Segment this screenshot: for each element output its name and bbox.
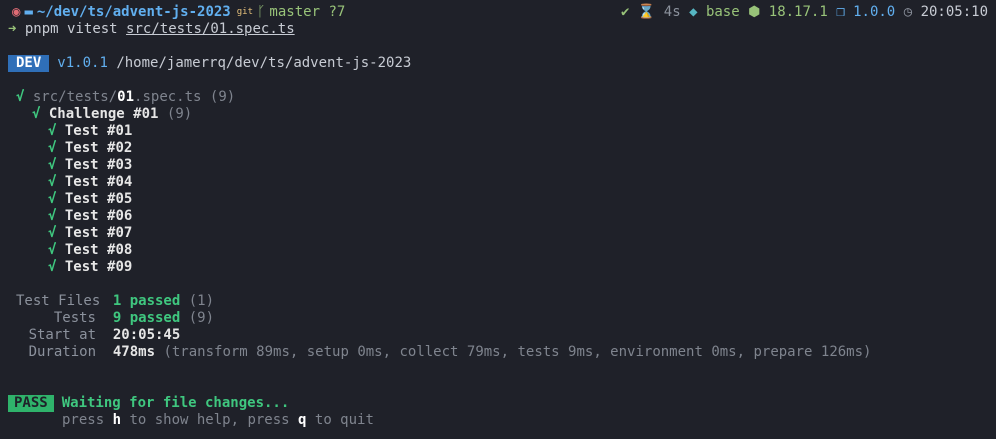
command-tool: pnpm [24, 21, 59, 37]
test-name: Test #03 [64, 157, 133, 173]
files-total: (1) [188, 293, 215, 309]
test-name: Test #02 [64, 140, 133, 156]
check-icon: √ [48, 140, 57, 156]
summary-label: Tests [53, 310, 96, 326]
test-row: √ Test #01 [8, 123, 988, 140]
summary-tests: Tests 9 passed (9) [8, 310, 988, 327]
test-row: √ Test #07 [8, 225, 988, 242]
check-icon: √ [48, 157, 57, 173]
watch-help: press h to show help, press q to quit [8, 412, 988, 429]
summary-start: Start at 20:05:45 [8, 327, 988, 344]
python-icon: ◆ [689, 4, 698, 20]
quit-key[interactable]: q [298, 412, 306, 429]
watch-message: Waiting for file changes... [61, 395, 290, 411]
git-untracked-count: ?7 [328, 4, 346, 20]
command-duration: 4s [663, 4, 681, 20]
command-line[interactable]: ➜ pnpm vitest src/tests/01.spec.ts [8, 21, 988, 38]
summary-test-files: Test Files 1 passed (1) [8, 293, 988, 310]
checkmark-icon: ✔ [621, 4, 630, 20]
summary-label: Start at [28, 327, 96, 343]
describe-name: Challenge #01 [48, 106, 159, 122]
describe-count: (9) [166, 106, 193, 122]
check-icon: √ [16, 89, 25, 105]
summary-duration: Duration 478ms (transform 89ms, setup 0m… [8, 344, 988, 361]
check-icon: √ [48, 208, 57, 224]
git-icon: git [236, 7, 254, 17]
test-row: √ Test #04 [8, 174, 988, 191]
vitest-dev-header: DEV v1.0.1 /home/jamerrq/dev/ts/advent-j… [8, 55, 988, 72]
check-icon: √ [48, 259, 57, 275]
test-name: Test #07 [64, 225, 133, 241]
folder-icon: ▬ [24, 4, 33, 20]
git-branch-name: master [269, 4, 320, 20]
check-icon: √ [48, 242, 57, 258]
duration-value: 478ms [112, 344, 156, 360]
test-row: √ Test #06 [8, 208, 988, 225]
hourglass-icon: ⌛ [637, 4, 656, 20]
test-name: Test #04 [64, 174, 133, 190]
test-row: √ Test #08 [8, 242, 988, 259]
test-file-dir: src/tests/ [32, 89, 118, 105]
help-text: to quit [306, 412, 374, 428]
git-branch-icon: ᚴ [257, 4, 266, 20]
test-row: √ Test #03 [8, 157, 988, 174]
conda-env: base [705, 4, 740, 20]
project-path: /home/jamerrq/dev/ts/advent-js-2023 [116, 55, 412, 71]
test-name: Test #08 [64, 242, 133, 258]
package-version: 1.0.0 [853, 4, 896, 20]
terminal-window[interactable]: ◉ ▬ ~/dev/ts/advent-js-2023 git ᚴ master… [0, 0, 996, 439]
test-row: √ Test #02 [8, 140, 988, 157]
test-file-name: 01 [117, 89, 135, 105]
shell-prompt: ◉ ▬ ~/dev/ts/advent-js-2023 git ᚴ master… [8, 4, 988, 21]
test-name: Test #05 [64, 191, 133, 207]
check-icon: √ [48, 123, 57, 139]
test-file-ext: .spec.ts [134, 89, 202, 105]
help-key[interactable]: h [113, 412, 121, 429]
ubuntu-icon: ◉ [12, 4, 21, 20]
prompt-time: 20:05:10 [920, 4, 988, 20]
command-name: vitest [67, 21, 118, 37]
vitest-version: v1.0.1 [57, 55, 108, 71]
tests-total: (9) [188, 310, 215, 326]
node-version: 18.17.1 [768, 4, 828, 20]
test-name: Test #06 [64, 208, 133, 224]
check-icon: √ [32, 106, 41, 122]
command-argument: src/tests/01.spec.ts [126, 21, 295, 37]
summary-label: Test Files [16, 293, 101, 309]
test-row: √ Test #09 [8, 259, 988, 276]
check-icon: √ [48, 174, 57, 190]
help-text: press [62, 412, 113, 428]
describe-row: √ Challenge #01 (9) [8, 106, 988, 123]
duration-detail: (transform 89ms, setup 0ms, collect 79ms… [163, 344, 872, 360]
summary-label: Duration [28, 344, 96, 360]
check-icon: √ [48, 191, 57, 207]
dev-badge: DEV [8, 55, 50, 72]
start-time: 20:05:45 [112, 327, 181, 343]
test-row: √ Test #05 [8, 191, 988, 208]
test-name: Test #09 [64, 259, 133, 275]
clock-icon: ◷ [903, 4, 913, 20]
check-icon: √ [48, 225, 57, 241]
prompt-arrow-icon: ➜ [8, 21, 17, 37]
tests-passed: 9 passed [112, 310, 181, 326]
help-text: to show help, press [121, 412, 299, 428]
watch-status: PASS Waiting for file changes... [8, 395, 988, 412]
node-icon: ⬢ [748, 4, 761, 20]
test-name: Test #01 [64, 123, 133, 139]
pass-badge: PASS [8, 395, 54, 412]
current-directory: ~/dev/ts/advent-js-2023 [36, 4, 231, 20]
test-file-row: √ src/tests/01 .spec.ts (9) [8, 89, 988, 106]
package-icon: ❒ [836, 4, 845, 20]
files-passed: 1 passed [112, 293, 181, 309]
test-file-count: (9) [209, 89, 236, 105]
